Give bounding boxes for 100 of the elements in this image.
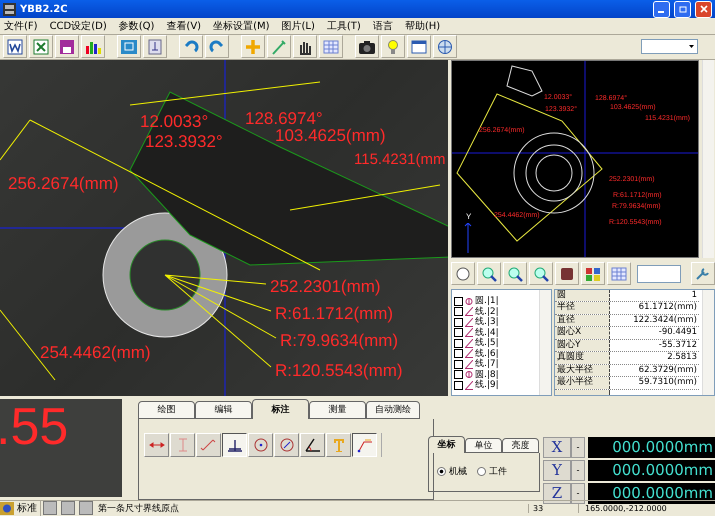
toolbar-button[interactable]: [355, 35, 379, 58]
measurement-label: 254.4462(mm): [40, 344, 151, 361]
list-item[interactable]: 线.|3|: [454, 316, 536, 328]
camera-icon: [358, 38, 376, 55]
circle-icon: [465, 370, 473, 380]
scrollbar[interactable]: [702, 290, 714, 395]
menu-item[interactable]: 语言: [372, 19, 393, 34]
minimize-button[interactable]: [653, 0, 670, 18]
scrollbar[interactable]: [702, 60, 714, 258]
list-item[interactable]: 线.|4|: [454, 327, 536, 338]
checkbox[interactable]: [454, 349, 463, 358]
list-item-label: 线.|7|: [475, 359, 499, 370]
tab[interactable]: 坐标: [428, 436, 465, 453]
tab[interactable]: 亮度: [502, 438, 539, 453]
radio-button[interactable]: [477, 467, 486, 476]
redo-icon: [208, 38, 226, 55]
toolbar-button[interactable]: [55, 35, 79, 58]
measurement-label: 12.0033°: [140, 112, 208, 130]
tab[interactable]: 单位: [465, 438, 502, 453]
step-button[interactable]: -: [571, 460, 585, 481]
menu-item[interactable]: 坐标设置(M): [213, 19, 270, 34]
toolbar-button[interactable]: [81, 35, 105, 58]
toolbar-button[interactable]: [143, 35, 167, 58]
list-item[interactable]: 线.|7|: [454, 358, 536, 370]
list-item[interactable]: 线.|9|: [454, 380, 536, 390]
checkbox[interactable]: [454, 360, 463, 369]
toolbar-button[interactable]: [503, 262, 527, 286]
axis-button[interactable]: X: [543, 436, 571, 458]
toolbar-button[interactable]: [451, 262, 475, 286]
property-value: 2.5813: [666, 352, 698, 364]
menu-item[interactable]: 查看(V): [166, 19, 202, 34]
checkbox[interactable]: [454, 318, 463, 327]
status-icon: [43, 501, 57, 516]
toolbar-button[interactable]: [477, 262, 501, 286]
dropdown[interactable]: [641, 39, 698, 54]
list-item[interactable]: 圆.|1|: [454, 296, 536, 306]
toolbar-button[interactable]: [407, 35, 431, 58]
scrollbar[interactable]: [539, 290, 551, 395]
menu-item[interactable]: 帮助(H): [404, 19, 440, 34]
property-name: 半径: [555, 302, 610, 314]
measurement-label: 256.2674(mm): [8, 174, 119, 192]
checkbox[interactable]: [454, 296, 463, 306]
list-item-label: 线.|2|: [475, 306, 499, 317]
tab[interactable]: 测量: [309, 400, 366, 419]
tab[interactable]: 绘图: [138, 400, 195, 419]
measurement-label: 103.4625(mm): [275, 126, 386, 144]
y-axis-icon: [464, 222, 472, 253]
spreadsheet-icon: [32, 38, 50, 55]
measurement-label: 128.6974°: [245, 110, 323, 127]
restore-icon: [678, 5, 686, 13]
menu-item[interactable]: 图片(L): [282, 19, 315, 34]
input-field[interactable]: [637, 264, 681, 283]
step-button[interactable]: -: [571, 436, 585, 458]
window-icon: [410, 38, 428, 55]
checkbox[interactable]: [454, 370, 463, 380]
list-item[interactable]: 圆.|8|: [454, 369, 536, 380]
checkbox[interactable]: [454, 307, 463, 316]
axis-button[interactable]: Y: [543, 460, 571, 481]
mode-label: 标准: [14, 500, 41, 516]
checkbox[interactable]: [454, 338, 463, 348]
tab[interactable]: 自动测绘: [366, 400, 420, 419]
app-icon: [3, 2, 16, 16]
menu-item[interactable]: 参数(Q): [118, 19, 154, 34]
toolbar-button[interactable]: [3, 35, 27, 58]
property-value: -55.3712: [658, 340, 698, 352]
menu-item[interactable]: 文件(F): [4, 19, 38, 34]
property-name: 圆心X: [555, 327, 610, 339]
step-button[interactable]: -: [571, 482, 585, 504]
tab[interactable]: 编辑: [195, 400, 252, 419]
toolbar-button[interactable]: [529, 262, 553, 286]
list-item[interactable]: 线.|5|: [454, 338, 536, 348]
list-item[interactable]: 线.|6|: [454, 348, 536, 359]
tool-button[interactable]: [352, 432, 377, 457]
list-item-label: 圆.|1|: [475, 296, 499, 306]
axis-readout: 000.0000mm: [588, 482, 715, 504]
axis-button[interactable]: Z: [543, 482, 571, 504]
property-value: 122.3424(mm): [632, 314, 698, 326]
tab[interactable]: 标注: [252, 398, 309, 419]
restore-button[interactable]: [674, 0, 691, 18]
menu-item[interactable]: CCD设定(D): [50, 19, 107, 34]
list-item[interactable]: 线.|2|: [454, 306, 536, 317]
leader-icon: [356, 436, 374, 453]
radio-button[interactable]: [437, 467, 446, 476]
axis-readout: 000.0000mm: [588, 436, 715, 458]
zoom-icon: [480, 266, 498, 282]
page-icon: [146, 38, 164, 55]
toolbar-button[interactable]: [293, 35, 317, 58]
close-button[interactable]: [695, 0, 712, 18]
zoom-icon: [506, 266, 524, 282]
menu-item[interactable]: 工具(T): [326, 19, 361, 34]
property-value: 59.7310(mm): [638, 377, 698, 389]
list-item-label: 线.|4|: [475, 328, 499, 338]
measurement-label: 123.3932°: [145, 132, 223, 150]
tool-button[interactable]: [222, 432, 247, 457]
list-item-label: 线.|6|: [475, 348, 499, 359]
diameter-icon: [278, 436, 296, 453]
checkbox[interactable]: [454, 328, 463, 338]
toolbar-button[interactable]: [433, 35, 457, 58]
checkbox[interactable]: [454, 380, 463, 390]
toolbar-button[interactable]: [555, 262, 579, 286]
